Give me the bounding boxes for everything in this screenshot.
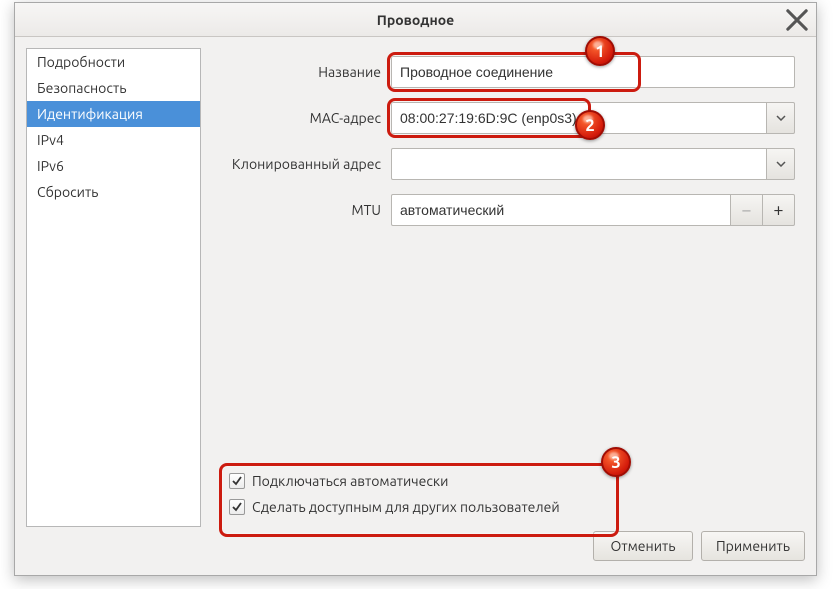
mac-dropdown-button[interactable] xyxy=(767,102,795,134)
dialog-footer: Отменить Применить xyxy=(15,527,816,575)
sidebar-item-details[interactable]: Подробности xyxy=(27,49,200,75)
cloned-input[interactable] xyxy=(391,148,767,180)
dialog-content: Подробности Безопасность Идентификация I… xyxy=(15,37,816,527)
check-icon xyxy=(231,475,243,487)
chevron-down-icon xyxy=(776,115,786,121)
sidebar-item-security[interactable]: Безопасность xyxy=(27,75,200,101)
check-row-allusers: Сделать доступным для других пользовател… xyxy=(229,499,787,515)
window-title: Проводное xyxy=(377,12,454,28)
mac-label: MAC-адрес xyxy=(221,110,391,126)
cloned-label: Клонированный адрес xyxy=(221,156,391,172)
sidebar: Подробности Безопасность Идентификация I… xyxy=(26,48,201,527)
sidebar-item-reset[interactable]: Сбросить xyxy=(27,179,200,205)
main-panel: Название 1 MAC-адрес xyxy=(201,48,805,527)
settings-dialog: Проводное Подробности Безопасность Идент… xyxy=(14,2,817,576)
mtu-decrement-button[interactable]: − xyxy=(731,194,763,226)
row-name: Название 1 xyxy=(221,56,795,88)
check-icon xyxy=(231,501,243,513)
mac-input[interactable] xyxy=(391,102,767,134)
sidebar-item-ipv4[interactable]: IPv4 xyxy=(27,127,200,153)
name-input[interactable] xyxy=(391,56,795,88)
row-mac: MAC-адрес 2 xyxy=(221,102,795,134)
form-rows: Название 1 MAC-адрес xyxy=(221,56,795,240)
name-label: Название xyxy=(221,64,391,80)
sidebar-item-identity[interactable]: Идентификация xyxy=(27,101,200,127)
cloned-dropdown-button[interactable] xyxy=(767,148,795,180)
row-mtu: MTU − + xyxy=(221,194,795,226)
close-icon[interactable] xyxy=(786,9,808,31)
sidebar-item-ipv6[interactable]: IPv6 xyxy=(27,153,200,179)
checkbox-block: 3 Подключаться автоматически Сделать дос… xyxy=(221,461,795,527)
mtu-increment-button[interactable]: + xyxy=(763,194,795,226)
all-users-checkbox[interactable] xyxy=(229,499,245,515)
apply-button[interactable]: Применить xyxy=(701,531,805,561)
auto-connect-checkbox[interactable] xyxy=(229,473,245,489)
titlebar: Проводное xyxy=(15,3,816,37)
mtu-input[interactable] xyxy=(391,194,731,226)
chevron-down-icon xyxy=(776,161,786,167)
mtu-label: MTU xyxy=(221,202,391,218)
cancel-button[interactable]: Отменить xyxy=(593,531,693,561)
check-row-auto: Подключаться автоматически xyxy=(229,473,787,489)
row-cloned: Клонированный адрес xyxy=(221,148,795,180)
auto-connect-label: Подключаться автоматически xyxy=(252,473,448,489)
all-users-label: Сделать доступным для других пользовател… xyxy=(252,499,560,515)
